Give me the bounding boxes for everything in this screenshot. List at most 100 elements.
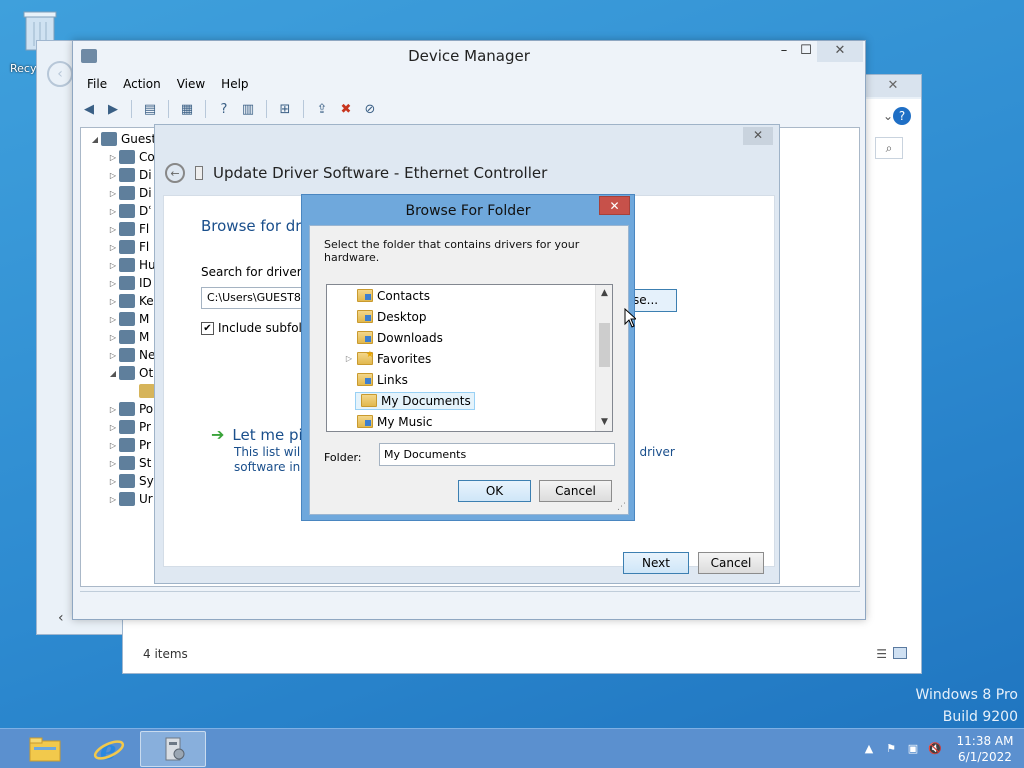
menu-file[interactable]: File xyxy=(79,75,115,95)
network-error-icon[interactable]: ▣ xyxy=(905,741,921,757)
action-pane-icon[interactable]: ▥ xyxy=(238,99,258,119)
minimize-button[interactable]: – xyxy=(773,41,795,62)
expand-triangle-icon[interactable]: ▷ xyxy=(107,189,119,198)
tree-item[interactable]: ▷ Fl xyxy=(107,238,149,256)
help-icon[interactable]: ? xyxy=(893,107,911,125)
expand-triangle-icon[interactable]: ▷ xyxy=(107,297,119,306)
browse-cancel-button[interactable]: Cancel xyxy=(539,480,612,502)
clock[interactable]: 11:38 AM 6/1/2022 xyxy=(946,733,1024,765)
expand-triangle-icon[interactable]: ▷ xyxy=(107,225,119,234)
uninstall-device-icon[interactable]: ✖ xyxy=(336,99,356,119)
folder-item[interactable]: Links xyxy=(327,369,408,390)
include-subfolders-checkbox[interactable]: ✔ xyxy=(201,321,214,335)
tree-item-label: Ur xyxy=(139,492,153,506)
folder-item[interactable]: Contacts xyxy=(327,285,430,306)
volume-muted-icon[interactable]: 🔇 xyxy=(927,741,943,757)
browse-for-folder-close-button[interactable]: ✕ xyxy=(599,196,630,215)
properties-icon[interactable]: ▦ xyxy=(177,99,197,119)
expand-triangle-icon[interactable]: ▷ xyxy=(107,441,119,450)
expand-triangle-icon[interactable]: ▷ xyxy=(107,279,119,288)
tree-item[interactable]: ▷ Sy xyxy=(107,472,154,490)
expand-triangle-icon[interactable]: ▷ xyxy=(107,459,119,468)
tree-item[interactable]: ▷ Po xyxy=(107,400,153,418)
tree-item[interactable]: ▷ Di xyxy=(107,184,152,202)
tree-item[interactable]: ▷ Fl xyxy=(107,220,149,238)
resize-grip-icon[interactable]: ⋰ xyxy=(617,502,626,512)
tree-item[interactable]: ▷ Pr xyxy=(107,436,151,454)
expand-triangle-icon[interactable]: ▷ xyxy=(107,207,119,216)
browse-button[interactable]: se... xyxy=(629,289,677,312)
expand-triangle-icon[interactable]: ▷ xyxy=(107,351,119,360)
folder-item[interactable]: Desktop xyxy=(327,306,427,327)
folder-item[interactable]: My Music xyxy=(327,411,432,431)
menu-view[interactable]: View xyxy=(169,75,213,95)
tree-item[interactable]: ▷ Pr xyxy=(107,418,151,436)
expand-triangle-icon[interactable]: ▷ xyxy=(107,333,119,342)
maximize-button[interactable]: ☐ xyxy=(795,41,817,62)
menu-action[interactable]: Action xyxy=(115,75,169,95)
tree-item[interactable]: ▷ Dʿ xyxy=(107,202,152,220)
tree-item[interactable]: ▷ M xyxy=(107,310,149,328)
expand-triangle-icon[interactable]: ▷ xyxy=(107,243,119,252)
tree-root[interactable]: ◢ Guest xyxy=(89,130,156,148)
driver-path-input[interactable]: C:\Users\GUEST89 xyxy=(201,287,311,309)
folder-item[interactable]: ▷ Favorites xyxy=(327,348,431,369)
disable-device-icon[interactable]: ⊘ xyxy=(360,99,380,119)
search-icon[interactable]: ⌕ xyxy=(875,137,903,159)
folder-tree[interactable]: Contacts Desktop Downloads ▷ Favorites Li… xyxy=(326,284,613,432)
chevron-down-icon[interactable]: ⌄ xyxy=(883,109,893,123)
let-me-pick-link[interactable]: ➔ Let me pic xyxy=(211,425,311,444)
menu-help[interactable]: Help xyxy=(213,75,256,95)
back-arrow-icon[interactable]: ◀ xyxy=(79,99,99,119)
scroll-down-icon[interactable]: ▼ xyxy=(596,414,612,431)
expand-triangle-icon[interactable]: ▷ xyxy=(107,423,119,432)
folder-item-selected[interactable]: My Documents xyxy=(327,390,475,411)
show-hidden-icons-icon[interactable]: ▲ xyxy=(861,741,877,757)
tree-item[interactable]: ▷ Di xyxy=(107,166,152,184)
taskbar-internet-explorer[interactable]: e xyxy=(76,731,142,767)
device-manager-close-button[interactable]: ✕ xyxy=(817,41,863,62)
folder-input[interactable]: My Documents xyxy=(379,443,615,466)
details-view-icon[interactable]: ☰ xyxy=(876,647,887,661)
tree-item[interactable]: ◢ Ot xyxy=(107,364,153,382)
folder-tree-scrollbar[interactable]: ▲ ▼ xyxy=(595,285,612,431)
expand-triangle-icon[interactable]: ▷ xyxy=(107,153,119,162)
expand-triangle-icon[interactable]: ▷ xyxy=(107,261,119,270)
update-driver-close-button[interactable]: ✕ xyxy=(743,127,773,145)
next-button[interactable]: Next xyxy=(623,552,689,574)
include-subfolders-row[interactable]: ✔ Include subfolde xyxy=(201,321,317,335)
update-driver-icon[interactable]: ⇪ xyxy=(312,99,332,119)
expand-triangle-icon[interactable]: ▷ xyxy=(107,405,119,414)
scroll-up-icon[interactable]: ▲ xyxy=(596,285,612,302)
forward-arrow-icon[interactable]: ▶ xyxy=(103,99,123,119)
scroll-thumb[interactable] xyxy=(599,323,610,367)
tree-item[interactable]: ▷ Hu xyxy=(107,256,156,274)
collapse-triangle-icon[interactable]: ◢ xyxy=(107,369,119,378)
collapse-triangle-icon[interactable]: ◢ xyxy=(89,135,101,144)
ok-button[interactable]: OK xyxy=(458,480,531,502)
explorer-close-button[interactable]: ✕ xyxy=(865,75,921,97)
folder-item[interactable]: Downloads xyxy=(327,327,443,348)
expand-triangle-icon[interactable]: ▷ xyxy=(107,315,119,324)
expand-triangle-icon[interactable]: ▷ xyxy=(343,354,355,363)
expand-triangle-icon[interactable]: ▷ xyxy=(107,477,119,486)
back-arrow-icon[interactable]: ← xyxy=(165,163,185,183)
cancel-button[interactable]: Cancel xyxy=(698,552,764,574)
taskbar-file-explorer[interactable] xyxy=(12,731,78,767)
scan-hardware-icon[interactable]: ⊞ xyxy=(275,99,295,119)
expand-triangle-icon[interactable]: ▷ xyxy=(107,495,119,504)
tree-item[interactable]: ▷ Ne xyxy=(107,346,155,364)
action-center-flag-icon[interactable]: ⚑ xyxy=(883,741,899,757)
large-icons-view-icon[interactable] xyxy=(893,647,907,659)
taskbar-device-manager[interactable] xyxy=(140,731,206,767)
tree-item[interactable]: ▷ Ur xyxy=(107,490,153,508)
tree-item[interactable]: ▷ Co xyxy=(107,148,155,166)
show-hide-console-tree-icon[interactable]: ▤ xyxy=(140,99,160,119)
tree-item[interactable]: ▷ St xyxy=(107,454,151,472)
tree-item[interactable]: ▷ ID xyxy=(107,274,152,292)
scroll-left-arrow-icon[interactable]: ‹ xyxy=(58,610,64,626)
expand-triangle-icon[interactable]: ▷ xyxy=(107,171,119,180)
help-book-icon[interactable]: ? xyxy=(214,99,234,119)
tree-item[interactable]: ▷ M xyxy=(107,328,149,346)
tree-item[interactable]: ▷ Ke xyxy=(107,292,154,310)
